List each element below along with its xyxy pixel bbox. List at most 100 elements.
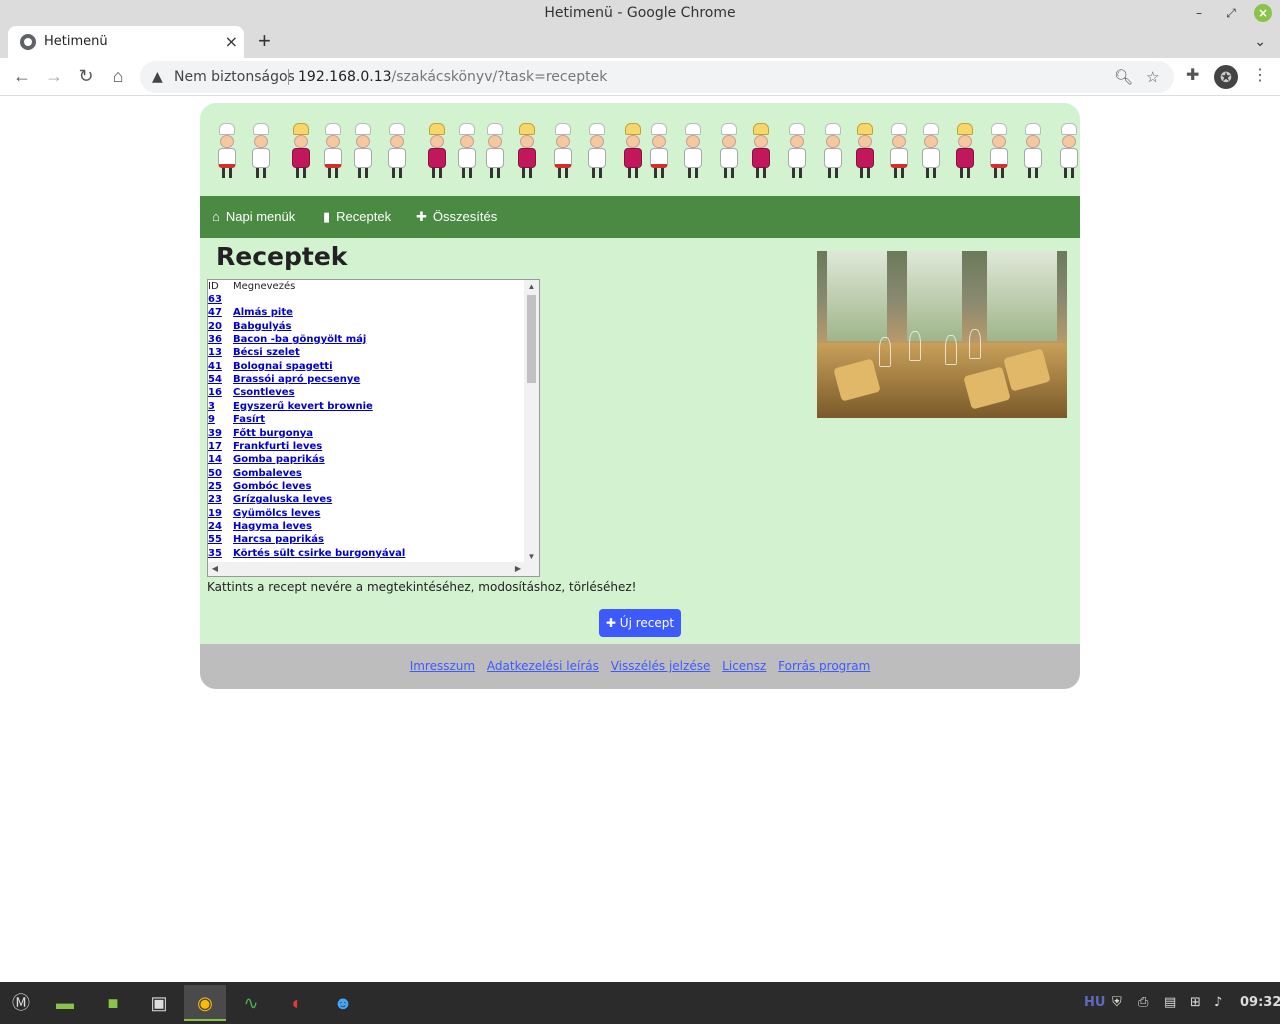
recipe-id-link[interactable]: 3	[208, 401, 215, 412]
filezilla-icon[interactable]: ◐	[276, 985, 318, 1021]
table-row[interactable]: 63	[208, 294, 524, 307]
table-row[interactable]: 25 Gombóc leves	[208, 481, 524, 494]
table-row[interactable]: 9 Fasírt	[208, 414, 524, 427]
recipe-id-link[interactable]: 16	[208, 387, 222, 398]
recipe-name-link[interactable]: Grízgaluska leves	[233, 494, 332, 505]
mint-menu-icon[interactable]: Ⓜ	[0, 985, 42, 1021]
recipe-name-link[interactable]: Csontleves	[233, 387, 295, 398]
table-row[interactable]: 24 Hagyma leves	[208, 521, 524, 534]
recipe-name-link[interactable]: Egyszerű kevert brownie	[233, 401, 373, 412]
table-row[interactable]: 47 Almás pite	[208, 307, 524, 320]
recipe-name-link[interactable]: Almás pite	[233, 307, 293, 318]
close-window-icon[interactable]: ×	[1254, 4, 1272, 22]
recipe-name-link[interactable]: Főtt burgonya	[233, 428, 313, 439]
recipe-id-link[interactable]: 54	[208, 374, 222, 385]
recipe-id-link[interactable]: 55	[208, 534, 222, 545]
show-desktop-icon[interactable]: ▬	[44, 985, 86, 1021]
footer-link-adatkezeles[interactable]: Adatkezelési leírás	[487, 659, 599, 673]
table-row[interactable]: 55 Harcsa paprikás	[208, 534, 524, 547]
table-row[interactable]: 14 Gomba paprikás	[208, 454, 524, 467]
recipe-name-link[interactable]: Gombóc leves	[233, 481, 311, 492]
table-row[interactable]: 17 Frankfurti leves	[208, 441, 524, 454]
recipe-name-link[interactable]: Gomba paprikás	[233, 454, 325, 465]
new-recipe-button[interactable]: ✚ Új recept	[599, 609, 681, 637]
forward-icon[interactable]: →	[42, 64, 66, 88]
recipe-name-link[interactable]: Bécsi szelet	[233, 347, 300, 358]
security-label[interactable]: Nem biztonságos	[174, 61, 295, 93]
profile-avatar[interactable]: ✪	[1214, 65, 1238, 89]
table-row[interactable]: 16 Csontleves	[208, 387, 524, 400]
table-row[interactable]: 41 Bolognai spagetti	[208, 361, 524, 374]
table-row[interactable]: 54 Brassói apró pecsenye	[208, 374, 524, 387]
finder-icon[interactable]: ☻	[322, 985, 364, 1021]
nav-item-napi-menuk[interactable]: ⌂ Napi menük	[212, 196, 295, 238]
recipe-id-link[interactable]: 25	[208, 481, 222, 492]
recipe-id-link[interactable]: 47	[208, 307, 222, 318]
new-tab-icon[interactable]: +	[258, 26, 271, 56]
recipe-name-link[interactable]: Bacon -ba göngyölt máj	[233, 334, 366, 345]
menu-kebab-icon[interactable]: ⋮	[1252, 64, 1268, 88]
recipe-name-link[interactable]: Gyümölcs leves	[233, 508, 320, 519]
scroll-left-icon[interactable]: ◀	[208, 562, 222, 576]
recipe-id-link[interactable]: 24	[208, 521, 222, 532]
recipe-id-link[interactable]: 41	[208, 361, 222, 372]
scroll-right-icon[interactable]: ▶	[511, 562, 525, 576]
recipe-name-link[interactable]: Gombaleves	[233, 468, 302, 479]
table-row[interactable]: 50 Gombaleves	[208, 468, 524, 481]
recipe-id-link[interactable]: 14	[208, 454, 222, 465]
table-row[interactable]: 39 Főtt burgonya	[208, 428, 524, 441]
horizontal-scrollbar[interactable]: ◀ ▶	[208, 562, 526, 576]
volume-icon[interactable]: ♪	[1214, 982, 1222, 1024]
recipe-id-link[interactable]: 63	[208, 294, 222, 305]
recipe-name-link[interactable]: Bolognai spagetti	[233, 361, 333, 372]
address-bar[interactable]: ▲ Nem biztonságos 192.168.0.13/szakácskö…	[140, 61, 1174, 93]
vertical-scrollbar[interactable]: ▲ ▼	[524, 280, 539, 576]
recipe-id-link[interactable]: 20	[208, 321, 222, 332]
recipe-name-link[interactable]: Hagyma leves	[233, 521, 312, 532]
recipe-name-link[interactable]: Babgulyás	[233, 321, 291, 332]
recipe-id-link[interactable]: 36	[208, 334, 222, 345]
nav-item-osszesites[interactable]: ✚ Összesítés	[416, 196, 497, 238]
back-icon[interactable]: ←	[10, 64, 34, 88]
files-icon[interactable]: ■	[92, 985, 134, 1021]
browser-tab[interactable]: Hetimenü ×	[8, 26, 244, 58]
extensions-icon[interactable]: ✚	[1186, 64, 1199, 88]
recipe-name-link[interactable]: Brassói apró pecsenye	[233, 374, 360, 385]
table-row[interactable]: 13 Bécsi szelet	[208, 347, 524, 360]
chrome-icon[interactable]: ◉	[184, 985, 226, 1021]
nav-item-receptek[interactable]: ▮ Receptek	[323, 196, 391, 238]
footer-link-imresszum[interactable]: Imresszum	[410, 659, 475, 673]
maximize-icon[interactable]: ⤢	[1222, 4, 1240, 22]
clock[interactable]: 09:32	[1240, 982, 1280, 1024]
keyboard-layout[interactable]: HU	[1084, 982, 1105, 1024]
reload-icon[interactable]: ↻	[74, 64, 98, 88]
recipe-name-link[interactable]: Körtés sült csirke burgonyával	[233, 548, 405, 559]
table-row[interactable]: 36 Bacon -ba göngyölt máj	[208, 334, 524, 347]
footer-link-forras[interactable]: Forrás program	[778, 659, 870, 673]
notes-icon[interactable]: ▤	[1164, 982, 1176, 1024]
table-row[interactable]: 35 Körtés sült csirke burgonyával	[208, 548, 524, 561]
recipe-id-link[interactable]: 19	[208, 508, 222, 519]
terminal-icon[interactable]: ▣	[138, 985, 180, 1021]
footer-link-visszeles[interactable]: Visszélés jelzése	[611, 659, 711, 673]
table-row[interactable]: 19 Gyümölcs leves	[208, 508, 524, 521]
system-monitor-icon[interactable]: ∿	[230, 985, 272, 1021]
recipe-id-link[interactable]: 17	[208, 441, 222, 452]
recipe-id-link[interactable]: 39	[208, 428, 222, 439]
star-icon[interactable]: ☆	[1146, 61, 1159, 93]
recipe-id-link[interactable]: 9	[208, 414, 215, 425]
scroll-up-icon[interactable]: ▲	[524, 280, 539, 294]
network-icon[interactable]: ⊞	[1190, 982, 1201, 1024]
tab-close-icon[interactable]: ×	[225, 26, 238, 58]
zoom-icon[interactable]: 🔍︎	[1114, 61, 1133, 93]
shield-icon[interactable]: ⛨	[1112, 982, 1122, 1024]
footer-link-licensz[interactable]: Licensz	[722, 659, 766, 673]
recipe-name-link[interactable]: Frankfurti leves	[233, 441, 322, 452]
recipe-list-frame[interactable]: ID Megnevezés 63 47 Almás pite 20 Babgulyás 3…	[207, 279, 540, 577]
url-text[interactable]: 192.168.0.13/szakácskönyv/?task=receptek	[298, 61, 607, 93]
recipe-id-link[interactable]: 13	[208, 347, 222, 358]
home-browser-icon[interactable]: ⌂	[106, 64, 130, 88]
recipe-id-link[interactable]: 50	[208, 468, 222, 479]
table-row[interactable]: 3 Egyszerű kevert brownie	[208, 401, 524, 414]
recipe-name-link[interactable]: Harcsa paprikás	[233, 534, 324, 545]
